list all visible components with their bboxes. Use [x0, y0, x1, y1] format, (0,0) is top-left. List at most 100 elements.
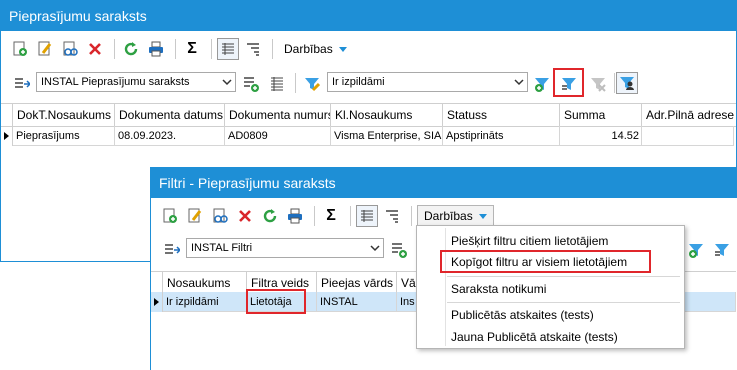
main-window-title: Pieprasījumu saraksts — [9, 8, 147, 24]
new-document-icon[interactable] — [9, 38, 31, 60]
column-header[interactable]: Pieejas vārds — [317, 272, 397, 294]
column-header-label: Statuss — [447, 108, 488, 122]
toolbar-separator — [350, 206, 351, 226]
sort-list-icon[interactable] — [242, 38, 264, 60]
highlight-box — [553, 68, 584, 97]
toolbar-separator — [314, 206, 315, 226]
sum-icon[interactable]: Σ — [320, 205, 342, 227]
filter-list-select-value: INSTAL Filtri — [191, 242, 253, 254]
column-header-label: Dokumenta datums — [119, 108, 224, 122]
table-cell[interactable]: 08.09.2023. — [115, 126, 225, 146]
table-cell[interactable]: AD0809 — [225, 126, 331, 146]
delete-icon[interactable] — [234, 205, 256, 227]
add-layout-icon[interactable] — [388, 239, 410, 261]
filter-select[interactable]: Ir izpildāmi — [327, 72, 528, 92]
menu-item-new-published-report[interactable]: Jauna Publicētā atskaite (tests) — [417, 325, 684, 349]
sort-list-icon[interactable] — [381, 205, 403, 227]
toolbar-separator — [272, 39, 273, 59]
main-grid-header: DokT.Nosaukums Dokumenta datums Dokument… — [1, 103, 736, 127]
column-header[interactable]: Dokumenta datums — [115, 104, 225, 126]
menu-item-published-reports[interactable]: Publicētās atskaites (tests) — [417, 303, 684, 327]
list-settings-icon[interactable] — [11, 73, 33, 95]
view-document-icon[interactable] — [59, 38, 81, 60]
menu-item-label: Piešķirt filtru citiem lietotājiem — [451, 234, 609, 248]
actions-menu-button[interactable]: Darbības — [417, 205, 494, 227]
column-header-label: Nosaukums — [167, 276, 231, 290]
column-header[interactable]: DokT.Nosaukums — [13, 104, 115, 126]
table-cell[interactable]: Ir izpildāmi — [163, 292, 247, 312]
column-header-label: Dokumenta numurs — [229, 108, 331, 122]
actions-menu-label: Darbības — [424, 209, 473, 223]
menu-item-label: Saraksta notikumi — [451, 282, 547, 296]
column-header[interactable]: Nosaukums — [163, 272, 247, 294]
row-indicator — [151, 292, 163, 312]
menu-item-list-events[interactable]: Saraksta notikumi — [417, 277, 684, 301]
refresh-icon[interactable] — [259, 205, 281, 227]
table-cell[interactable]: 14.52 — [560, 126, 642, 146]
table-cell[interactable] — [642, 126, 734, 146]
view-document-icon[interactable] — [209, 205, 231, 227]
actions-menu-button[interactable]: Darbības — [278, 38, 353, 60]
column-layout-icon[interactable] — [217, 38, 239, 60]
column-header-label: Pieejas vārds — [321, 276, 394, 290]
toolbar-separator — [211, 39, 212, 59]
delete-icon[interactable] — [84, 38, 106, 60]
filter-window-titlebar: Filtri - Pieprasījumu saraksts — [151, 168, 737, 198]
filter-list-select[interactable]: INSTAL Filtri — [186, 238, 384, 258]
list-layout-select[interactable]: INSTAL Pieprasījumu saraksts — [36, 72, 236, 92]
column-header-label: Vā — [401, 276, 416, 290]
table-row[interactable]: Pieprasījums 08.09.2023. AD0809 Visma En… — [1, 126, 736, 146]
filter-window-title: Filtri - Pieprasījumu saraksts — [159, 175, 336, 191]
row-indicator — [1, 126, 13, 146]
edit-filter-icon[interactable] — [301, 73, 323, 95]
chevron-down-icon — [514, 79, 524, 86]
toolbar-separator — [411, 206, 412, 226]
print-icon[interactable] — [284, 205, 306, 227]
add-filter-icon[interactable] — [531, 73, 553, 95]
chevron-down-icon — [338, 46, 347, 52]
layout-list-icon[interactable] — [267, 73, 289, 95]
sum-icon[interactable]: Σ — [181, 38, 203, 60]
user-filter-icon[interactable] — [616, 72, 638, 94]
list-layout-select-value: INSTAL Pieprasījumu saraksts — [41, 76, 190, 88]
main-toolbar: Σ Darbības — [9, 36, 353, 62]
column-layout-icon[interactable] — [356, 205, 378, 227]
filter-select-value: Ir izpildāmi — [332, 76, 385, 88]
filter-list-icon[interactable] — [711, 239, 733, 261]
edit-document-icon[interactable] — [34, 38, 56, 60]
add-filter-icon[interactable] — [685, 239, 707, 261]
chevron-down-icon — [222, 79, 232, 86]
table-cell[interactable]: Apstiprināts — [443, 126, 560, 146]
highlight-box — [440, 250, 651, 273]
refresh-icon[interactable] — [120, 38, 142, 60]
main-window-titlebar: Pieprasījumu saraksts — [1, 1, 736, 31]
chevron-down-icon — [478, 213, 487, 219]
toolbar-separator — [295, 73, 296, 93]
toolbar-separator — [175, 39, 176, 59]
list-settings-icon[interactable] — [161, 239, 183, 261]
new-document-icon[interactable] — [159, 205, 181, 227]
column-header[interactable]: Adr.Pilnā adrese — [642, 104, 734, 126]
column-header-label: Summa — [564, 108, 606, 122]
print-icon[interactable] — [145, 38, 167, 60]
menu-item-label: Jauna Publicētā atskaite (tests) — [451, 330, 618, 344]
clear-filter-icon[interactable] — [587, 73, 609, 95]
edit-document-icon[interactable] — [184, 205, 206, 227]
add-layout-icon[interactable] — [240, 73, 262, 95]
row-indicator-header — [1, 104, 13, 126]
column-header[interactable]: Kl.Nosaukums — [331, 104, 443, 126]
toolbar-separator — [114, 39, 115, 59]
table-cell[interactable]: INSTAL — [317, 292, 397, 312]
row-indicator-header — [151, 272, 163, 294]
column-header[interactable]: Dokumenta numurs — [225, 104, 331, 126]
table-cell[interactable]: Pieprasījums — [13, 126, 115, 146]
table-cell[interactable]: Visma Enterprise, SIA — [331, 126, 443, 146]
column-header[interactable]: Statuss — [443, 104, 560, 126]
toolbar-separator — [614, 73, 615, 93]
current-row-icon — [154, 298, 159, 306]
column-header-label: Kl.Nosaukums — [335, 108, 413, 122]
column-header[interactable]: Summa — [560, 104, 642, 126]
chevron-down-icon — [370, 245, 380, 252]
actions-dropdown-menu: Piešķirt filtru citiem lietotājiem Kopīg… — [416, 225, 685, 349]
column-header-label: DokT.Nosaukums — [17, 108, 112, 122]
